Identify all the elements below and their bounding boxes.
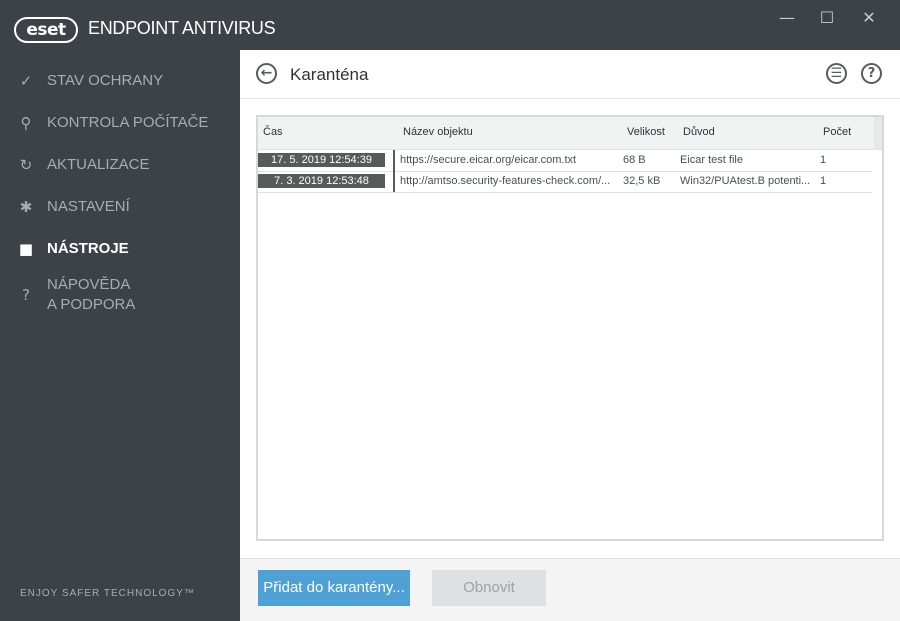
check-icon: ✓ [19,72,33,90]
cell-reason: Eicar test file [680,154,743,166]
cell-reason: Win32/PUAtest.B potenti... [680,175,811,187]
page-header: ← Karanténa ☰ ? [240,50,900,99]
sidebar-item-aktualizace[interactable]: ↻ AKTUALIZACE [0,154,240,194]
cell-size: 68 B [623,154,646,166]
cell-count: 1 [820,154,827,166]
sidebar-item-label: AKTUALIZACE [47,156,150,173]
main-panel: ← Karanténa ☰ ? Čas Název objektu Veliko… [240,50,900,621]
page-title: Karanténa [290,65,369,84]
footer-bar: Přidat do karantény... Obnovit [240,558,900,621]
tagline: ENJOY SAFER TECHNOLOGY™ [20,588,195,599]
app-title: ENDPOINT ANTIVIRUS [88,18,276,38]
sidebar-item-nastaveni[interactable]: ✱ NASTAVENÍ [0,196,240,236]
sidebar: ✓ STAV OCHRANY ⚲ KONTROLA POČÍTAČE ↻ AKT… [0,50,240,620]
quarantine-table: Čas Název objektu Velikost Důvod Počet 1… [256,115,884,541]
maximize-button[interactable]: ☐ [816,8,838,30]
cell-time: 17. 5. 2019 12:54:39 [258,153,385,167]
scrollbar[interactable] [874,117,882,149]
cell-size: 32,5 kB [623,175,661,187]
list-view-icon[interactable]: ☰ [826,63,847,84]
cell-name: https://secure.eicar.org/eicar.com.txt [400,154,577,166]
column-header-count[interactable]: Počet [823,126,851,138]
back-icon[interactable]: ← [256,63,277,84]
column-header-reason[interactable]: Důvod [683,126,715,138]
toolbox-icon: ■ [18,240,34,258]
add-to-quarantine-button[interactable]: Přidat do karantény... [258,570,410,606]
search-icon: ⚲ [20,114,32,132]
column-header-name[interactable]: Název objektu [403,126,473,138]
refresh-icon: ↻ [19,156,33,174]
sidebar-item-label: NASTAVENÍ [47,198,130,215]
title-bar: eset ENDPOINT ANTIVIRUS — ☐ ✕ [0,0,900,50]
minimize-button[interactable]: — [776,8,798,30]
sidebar-item-kontrola-pocitace[interactable]: ⚲ KONTROLA POČÍTAČE [0,112,240,152]
table-header: Čas Název objektu Velikost Důvod Počet [258,117,882,150]
help-icon[interactable]: ? [861,63,882,84]
column-header-time[interactable]: Čas [263,126,283,138]
sidebar-item-label: NÁPOVĚDA [47,276,131,293]
cell-count: 1 [820,175,827,187]
sidebar-item-label: NÁSTROJE [47,240,129,257]
eset-logo: eset [14,17,78,43]
cell-time: 7. 3. 2019 12:53:48 [258,174,385,188]
table-row[interactable]: 17. 5. 2019 12:54:39 https://secure.eica… [258,150,872,172]
sidebar-item-label: STAV OCHRANY [47,72,164,89]
column-header-size[interactable]: Velikost [627,126,665,138]
refresh-button[interactable]: Obnovit [432,570,546,606]
sidebar-item-nastroje[interactable]: ■ NÁSTROJE [0,238,240,278]
sidebar-item-napoveda[interactable]: ? NÁPOVĚDA A PODPORA [0,274,240,324]
row-divider [393,171,395,192]
gear-icon: ✱ [19,198,33,216]
sidebar-item-label-line2: A PODPORA [47,296,136,313]
cell-name: http://amtso.security-features-check.com… [400,175,611,187]
table-row[interactable]: 7. 3. 2019 12:53:48 http://amtso.securit… [258,171,872,193]
sidebar-item-stav-ochrany[interactable]: ✓ STAV OCHRANY [0,70,240,110]
row-divider [393,150,395,171]
sidebar-item-label: KONTROLA POČÍTAČE [47,114,209,131]
close-button[interactable]: ✕ [858,8,880,30]
help-icon: ? [22,286,30,304]
